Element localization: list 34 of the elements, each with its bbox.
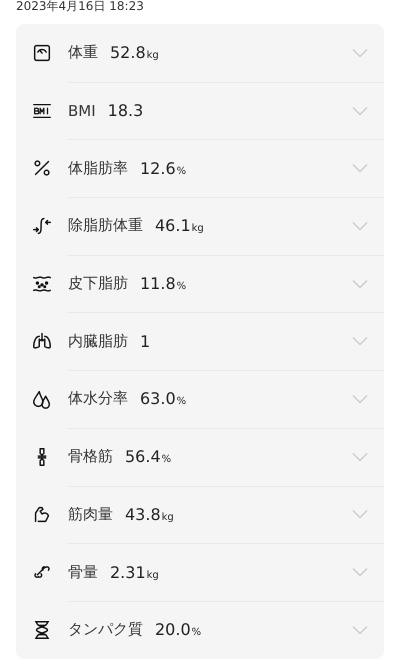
metric-label: BMI	[68, 102, 96, 120]
chevron-down-icon[interactable]	[352, 394, 368, 404]
metric-value: 1	[140, 332, 150, 351]
metric-value: 2.31 kg	[110, 562, 159, 582]
metric-label: タンパク質	[68, 620, 143, 640]
chevron-down-icon[interactable]	[352, 106, 368, 116]
metric-value: 52.8 kg	[110, 43, 159, 62]
metric-value: 43.8 kg	[125, 504, 174, 524]
chevron-down-icon[interactable]	[352, 509, 368, 520]
metric-value: 46.1 kg	[155, 216, 204, 236]
chevron-down-icon[interactable]	[352, 336, 368, 346]
chevron-down-icon[interactable]	[352, 163, 368, 174]
metric-label: 内臓脂肪	[68, 332, 128, 351]
metric-value: 12.6%	[140, 158, 186, 178]
chevron-down-icon[interactable]	[352, 220, 368, 231]
metric-label: 筋肉量	[68, 504, 113, 524]
chevron-down-icon[interactable]	[352, 278, 368, 289]
metric-value: 18.3	[108, 101, 144, 120]
chevron-down-icon[interactable]	[352, 624, 368, 635]
metric-value: 56.4%	[125, 447, 172, 466]
metric-value: 20.0%	[155, 620, 202, 640]
chevron-down-icon[interactable]	[352, 567, 368, 578]
measurement-date: 2023年4月16日 18:23	[15, 0, 145, 15]
metric-label: 体脂肪率	[68, 158, 128, 178]
metric-label: 骨量	[68, 562, 98, 582]
metric-label: 体重	[68, 43, 98, 62]
chevron-down-icon[interactable]	[352, 452, 368, 462]
metric-value: 11.8%	[140, 274, 186, 294]
chevron-down-icon[interactable]	[352, 48, 368, 58]
metric-label: 除脂肪体重	[68, 216, 143, 236]
metric-value: 63.0%	[140, 389, 186, 408]
metric-label: 体水分率	[68, 389, 128, 408]
metric-label: 皮下脂肪	[68, 274, 128, 294]
metric-label: 骨格筋	[68, 447, 113, 466]
